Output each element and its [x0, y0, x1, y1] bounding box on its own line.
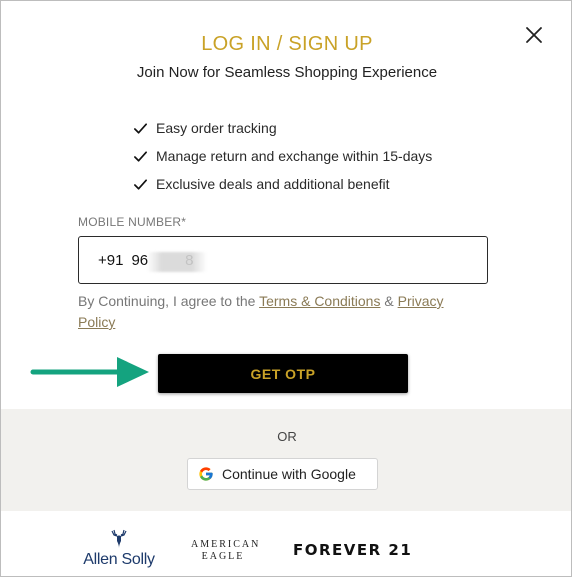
check-icon: [134, 122, 147, 134]
benefit-item: Easy order tracking: [133, 114, 432, 142]
google-icon: [199, 467, 213, 481]
blur-mask: [147, 251, 208, 272]
mobile-number-label: MOBILE NUMBER*: [78, 215, 187, 229]
benefit-item: Manage return and exchange within 15-day…: [133, 142, 432, 170]
consent-separator: &: [380, 293, 398, 309]
consent-text: By Continuing, I agree to the Terms & Co…: [78, 291, 478, 333]
american-eagle-logo: AMERICAN EAGLE: [191, 539, 261, 563]
mobile-number-start: 96: [131, 251, 149, 269]
modal-title: LOG IN / SIGN UP: [201, 33, 373, 55]
allen-solly-wordmark: Allen Solly: [83, 551, 155, 568]
deer-icon: [111, 529, 127, 548]
benefits-list: Easy order tracking Manage return and ex…: [133, 114, 432, 198]
or-divider: OR: [277, 429, 297, 444]
login-modal: LOG IN / SIGN UP Join Now for Seamless S…: [0, 0, 572, 577]
mobile-number-input[interactable]: +91 968: [78, 236, 488, 284]
benefit-label: Easy order tracking: [156, 120, 277, 136]
get-otp-button[interactable]: GET OTP: [158, 354, 408, 393]
benefit-label: Exclusive deals and additional benefit: [156, 176, 390, 192]
social-login-section: OR Continue with Google: [1, 409, 571, 511]
arrow-right-icon: [30, 357, 149, 387]
consent-prefix: By Continuing, I agree to the: [78, 293, 260, 309]
google-login-label: Continue with Google: [222, 466, 356, 482]
country-code: +91: [98, 251, 124, 269]
brand-strip: Allen Solly AMERICAN EAGLE FOREVER 21: [1, 511, 571, 576]
terms-link[interactable]: Terms & Conditions: [259, 293, 380, 309]
benefit-label: Manage return and exchange within 15-day…: [156, 148, 433, 164]
modal-subtitle: Join Now for Seamless Shopping Experienc…: [136, 64, 438, 81]
forever21-logo: FOREVER 21: [293, 541, 413, 559]
check-icon: [134, 150, 147, 162]
google-login-button[interactable]: Continue with Google: [187, 458, 378, 490]
check-icon: [134, 178, 147, 190]
mobile-number-value: 968: [131, 251, 208, 272]
allen-solly-logo: Allen Solly: [79, 529, 159, 570]
american-eagle-line1: AMERICAN: [191, 539, 261, 550]
american-eagle-line2: EAGLE: [201, 551, 245, 562]
benefit-item: Exclusive deals and additional benefit: [133, 170, 432, 198]
